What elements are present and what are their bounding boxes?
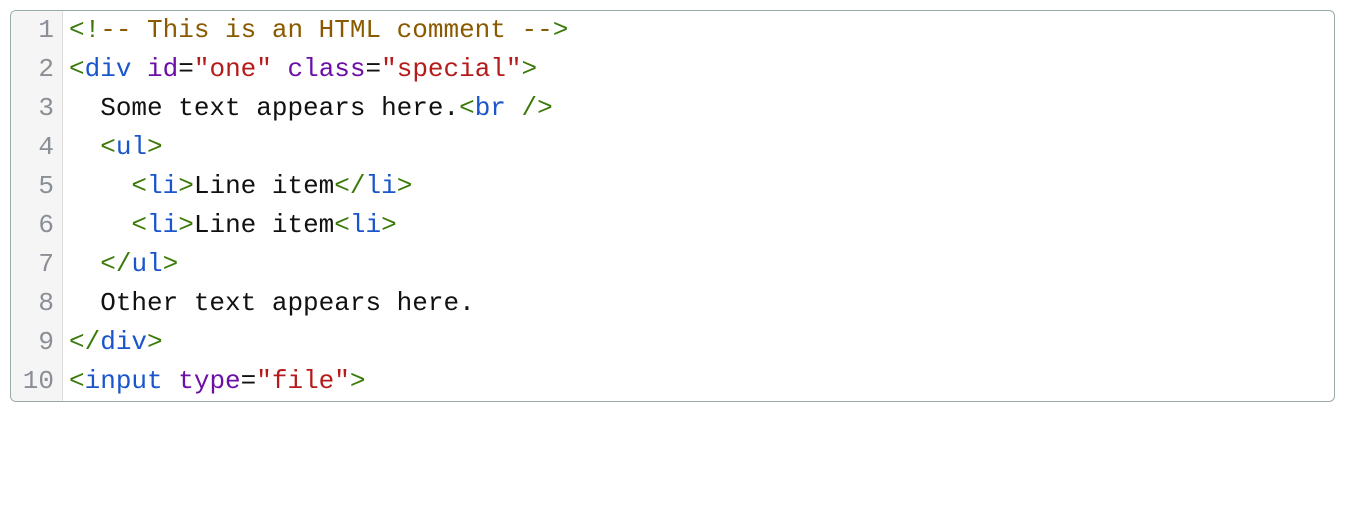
text-node: Other text appears here. — [100, 288, 474, 318]
code-content: <ul> — [63, 128, 163, 167]
attr-name: class — [287, 54, 365, 84]
line-number: 5 — [11, 167, 63, 206]
code-content: <input type="file"> — [63, 362, 366, 401]
code-content: <li>Line item<li> — [63, 206, 397, 245]
code-content: Other text appears here. — [63, 284, 475, 323]
line-number: 8 — [11, 284, 63, 323]
angle-open: < — [69, 54, 85, 84]
code-line: 3 Some text appears here.<br /> — [11, 89, 1334, 128]
line-number: 3 — [11, 89, 63, 128]
text-node: Some text appears here. — [100, 93, 459, 123]
angle-open: < — [69, 366, 85, 396]
angle-close: > — [522, 54, 538, 84]
angle-close: > — [397, 171, 413, 201]
tag-name: ul — [131, 249, 162, 279]
comment-body: -- This is an HTML comment -- — [100, 15, 552, 45]
code-content: </div> — [63, 323, 163, 362]
angle-close: > — [350, 366, 366, 396]
tag-name: div — [85, 54, 132, 84]
equals: = — [178, 54, 194, 84]
angle-open: < — [334, 210, 350, 240]
close-slash: / — [116, 249, 132, 279]
line-number: 7 — [11, 245, 63, 284]
tag-name: li — [350, 210, 381, 240]
tag-name: input — [85, 366, 163, 396]
tag-name: ul — [116, 132, 147, 162]
equals: = — [241, 366, 257, 396]
tag-name: li — [147, 210, 178, 240]
indent — [69, 249, 100, 279]
code-line: 9 </div> — [11, 323, 1334, 362]
attr-value: "one" — [194, 54, 272, 84]
close-slash: / — [350, 171, 366, 201]
line-number: 6 — [11, 206, 63, 245]
code-line: 6 <li>Line item<li> — [11, 206, 1334, 245]
attr-value: "special" — [381, 54, 521, 84]
tag-name: div — [100, 327, 147, 357]
space — [131, 54, 147, 84]
close-slash: / — [85, 327, 101, 357]
space — [506, 93, 522, 123]
comment-close: > — [553, 15, 569, 45]
space — [163, 366, 179, 396]
text-node: Line item — [194, 171, 334, 201]
attr-name: type — [178, 366, 240, 396]
code-content: Some text appears here.<br /> — [63, 89, 553, 128]
line-number: 10 — [11, 362, 63, 401]
angle-open: < — [334, 171, 350, 201]
angle-open: < — [131, 210, 147, 240]
code-line: 2 <div id="one" class="special"> — [11, 50, 1334, 89]
tag-name: li — [366, 171, 397, 201]
line-number: 1 — [11, 11, 63, 50]
code-line: 5 <li>Line item</li> — [11, 167, 1334, 206]
comment-open: <! — [69, 15, 100, 45]
angle-close: > — [163, 249, 179, 279]
code-content: <!-- This is an HTML comment --> — [63, 11, 568, 50]
angle-close: > — [147, 132, 163, 162]
angle-open: < — [69, 327, 85, 357]
tag-name: li — [147, 171, 178, 201]
indent — [69, 93, 100, 123]
line-number: 4 — [11, 128, 63, 167]
space — [272, 54, 288, 84]
angle-open: < — [100, 132, 116, 162]
indent — [69, 132, 100, 162]
angle-close: > — [178, 171, 194, 201]
equals: = — [366, 54, 382, 84]
code-block: 1 <!-- This is an HTML comment --> 2 <di… — [10, 10, 1335, 402]
angle-open: < — [100, 249, 116, 279]
code-line: 7 </ul> — [11, 245, 1334, 284]
code-content: <div id="one" class="special"> — [63, 50, 537, 89]
code-content: <li>Line item</li> — [63, 167, 412, 206]
code-content: </ul> — [63, 245, 178, 284]
attr-name: id — [147, 54, 178, 84]
indent — [69, 171, 131, 201]
line-number: 2 — [11, 50, 63, 89]
self-close-slash: / — [522, 93, 538, 123]
code-line: 10 <input type="file"> — [11, 362, 1334, 401]
tag-name: br — [475, 93, 506, 123]
code-line: 1 <!-- This is an HTML comment --> — [11, 11, 1334, 50]
attr-value: "file" — [256, 366, 350, 396]
angle-close: > — [381, 210, 397, 240]
text-node: Line item — [194, 210, 334, 240]
angle-open: < — [131, 171, 147, 201]
angle-close: > — [147, 327, 163, 357]
angle-close: > — [537, 93, 553, 123]
indent — [69, 210, 131, 240]
code-line: 8 Other text appears here. — [11, 284, 1334, 323]
indent — [69, 288, 100, 318]
angle-open: < — [459, 93, 475, 123]
angle-close: > — [178, 210, 194, 240]
line-number: 9 — [11, 323, 63, 362]
code-line: 4 <ul> — [11, 128, 1334, 167]
